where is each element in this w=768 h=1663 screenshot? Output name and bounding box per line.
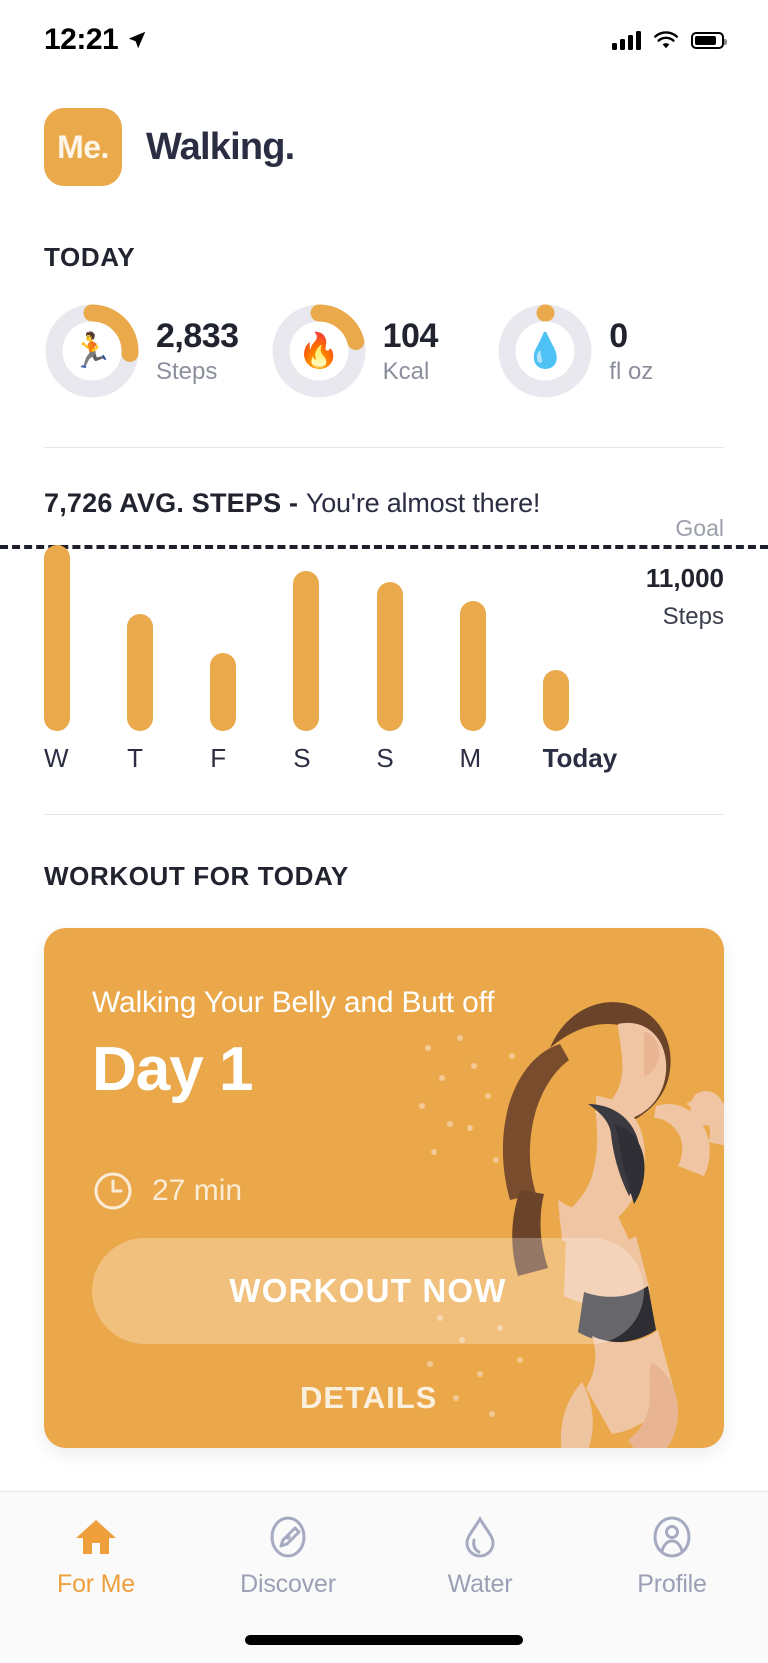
chart-bar <box>459 600 486 731</box>
workout-duration: 27 min <box>92 1170 242 1212</box>
chart-bars <box>44 545 626 731</box>
status-bar: 12:21 <box>0 0 768 80</box>
chart-x-label: S <box>376 743 394 773</box>
battery-icon <box>691 31 727 49</box>
profile-icon <box>653 1516 691 1558</box>
chart-bar <box>44 545 70 731</box>
chart-bar-column <box>293 545 376 731</box>
kcal-value: 104 <box>382 316 439 355</box>
steps-stat-text: 2,833 Steps <box>156 317 239 386</box>
app-logo: Me. <box>44 108 122 186</box>
chart-bar-column <box>542 545 626 731</box>
water-value: 0 <box>609 316 628 355</box>
runner-icon: 🏃 <box>70 332 114 370</box>
today-stats-row: 🏃 2,833 Steps 🔥 104 Kcal 💧 0 fl oz <box>0 273 768 399</box>
workout-section-title: WORKOUT FOR TODAY <box>44 861 349 891</box>
chart-x-axis-labels: W T F S S M Today <box>0 731 768 774</box>
details-button[interactable]: DETAILS <box>300 1380 437 1416</box>
workout-duration-text: 27 min <box>152 1174 243 1207</box>
wifi-icon <box>654 31 678 49</box>
steps-unit: Steps <box>156 357 218 385</box>
workout-name: Walking Your Belly and Butt off <box>92 986 495 1019</box>
status-time: 12:21 <box>44 23 119 56</box>
steps-value: 2,833 <box>156 316 239 355</box>
chart-x-label: M <box>459 743 482 773</box>
cellular-signal-icon <box>612 30 641 50</box>
chart-bar-column <box>127 545 210 731</box>
goal-label: Goal <box>675 515 724 541</box>
chart-encouragement-text: You're almost there! <box>305 488 541 518</box>
flame-icon: 🔥 <box>297 332 340 370</box>
tab-discover-label: Discover <box>240 1570 336 1598</box>
goal-unit: Steps <box>662 603 724 630</box>
water-stat-text: 0 fl oz <box>609 317 653 386</box>
tab-for-me-label: For Me <box>57 1570 135 1598</box>
chart-bar-column <box>210 545 293 731</box>
workout-card[interactable]: Walking Your Belly and Butt off Day 1 27… <box>44 928 724 1448</box>
chart-bar <box>542 669 569 731</box>
water-progress-ring: 💧 <box>497 303 593 399</box>
chart-x-label: F <box>210 743 227 773</box>
chart-average-text: 7,726 AVG. STEPS - <box>44 488 306 518</box>
chart-x-label: T <box>127 743 143 773</box>
bottom-navigation: For Me Discover Water Profile <box>0 1491 768 1663</box>
chart-bar-column <box>44 545 127 731</box>
divider-below-chart <box>44 814 724 815</box>
stat-steps[interactable]: 🏃 2,833 Steps <box>44 303 271 399</box>
water-unit: fl oz <box>609 357 654 385</box>
goal-value: 11,000 <box>645 563 724 593</box>
stat-kcal[interactable]: 🔥 104 Kcal <box>271 303 498 399</box>
status-bar-right <box>612 30 727 50</box>
chart-bar <box>376 582 403 731</box>
chart-x-label: W <box>44 743 69 773</box>
tab-water-label: Water <box>447 1570 513 1598</box>
app-header: Me. Walking. <box>0 80 768 186</box>
stat-water[interactable]: 💧 0 fl oz <box>497 303 724 399</box>
tab-profile[interactable]: Profile <box>576 1514 768 1663</box>
workout-day: Day 1 <box>92 1035 253 1104</box>
location-arrow-icon <box>128 31 146 49</box>
workout-now-button[interactable]: WORKOUT NOW <box>92 1238 644 1344</box>
tab-profile-label: Profile <box>637 1570 707 1598</box>
home-indicator <box>245 1635 523 1645</box>
kcal-progress-ring: 🔥 <box>271 303 367 399</box>
today-section-title: TODAY <box>44 242 136 272</box>
kcal-unit: Kcal <box>382 357 430 385</box>
chart-x-label: Today <box>542 743 618 773</box>
kcal-stat-text: 104 Kcal <box>382 316 439 386</box>
chart-bar <box>210 652 237 731</box>
status-bar-left: 12:21 <box>44 23 148 57</box>
chart-bar-column <box>459 545 543 731</box>
home-icon <box>76 1520 116 1554</box>
water-drop-icon <box>465 1515 495 1558</box>
chart-bar <box>293 571 320 731</box>
steps-progress-ring: 🏃 <box>44 303 140 399</box>
chart-bar <box>127 613 154 731</box>
chart-headline: 7,726 AVG. STEPS - You're almost there! <box>0 448 768 519</box>
compass-icon <box>270 1516 306 1558</box>
steps-bar-chart: Goal 11,000 Steps <box>0 515 768 731</box>
tab-for-me[interactable]: For Me <box>0 1514 192 1663</box>
page-title: Walking. <box>146 125 295 168</box>
water-drop-icon: 💧 <box>524 332 567 370</box>
clock-icon <box>94 1172 132 1210</box>
chart-bar-column <box>376 545 460 731</box>
chart-x-label: S <box>293 743 311 773</box>
